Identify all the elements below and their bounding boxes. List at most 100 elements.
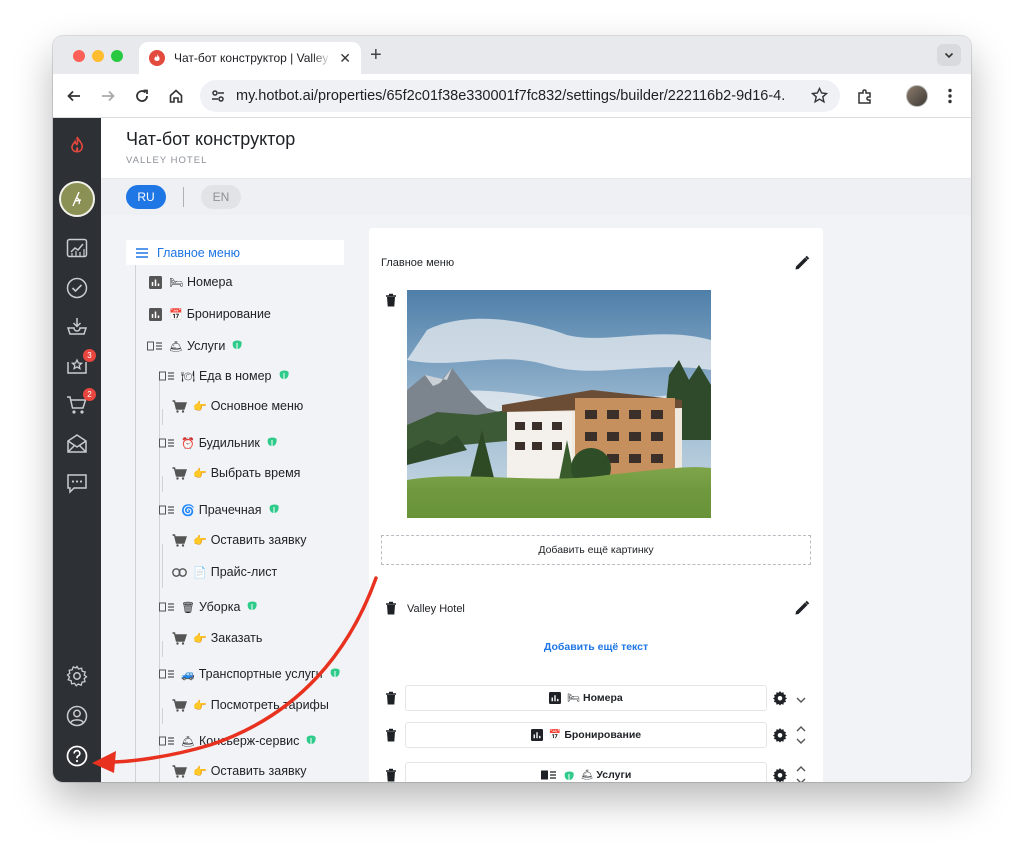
mail-broadcast-icon[interactable] [65, 432, 89, 456]
user-profile-icon[interactable] [65, 704, 89, 728]
delete-trash-icon[interactable] [383, 690, 399, 706]
tree-item-label: Оставить заявку [210, 764, 307, 778]
delete-trash-icon[interactable] [383, 727, 399, 743]
profile-avatar[interactable] [906, 85, 928, 107]
settings-gear-icon[interactable] [772, 727, 788, 743]
tree-item-choose-time[interactable]: 👉 Выбрать время [171, 465, 300, 481]
tab-search-button[interactable] [937, 44, 961, 66]
tree-item-transport[interactable]: 🚙 Транспортные услуги [159, 666, 341, 682]
lang-en-button[interactable]: EN [201, 185, 241, 209]
browser-menu-button[interactable] [938, 84, 962, 108]
message-text[interactable]: Valley Hotel [407, 603, 465, 615]
tree-line [135, 265, 136, 782]
site-settings-icon[interactable] [210, 88, 226, 104]
address-bar[interactable]: my.hotbot.ai/properties/65f2c01f38e33000… [200, 80, 840, 112]
hotbot-logo-icon[interactable] [65, 134, 89, 158]
tab-close-icon[interactable]: ✕ [339, 50, 351, 67]
bar-chart-icon [147, 306, 163, 322]
tab-strip: Чат-бот конструктор | Valley Hotel ✕ + [53, 36, 971, 74]
lang-ru-button[interactable]: RU [126, 185, 166, 209]
tree-item-label: Прайс-лист [210, 565, 278, 579]
tree-item-main-menu-food[interactable]: 👉 Основное меню [171, 398, 303, 414]
property-name: VALLEY HOTEL [126, 155, 208, 166]
home-button[interactable] [164, 84, 188, 108]
item-emoji: 📅 [169, 308, 183, 321]
arrow-right-icon [102, 90, 115, 102]
delete-trash-icon[interactable] [383, 292, 399, 308]
item-emoji: 🍽 [181, 370, 195, 383]
forward-button[interactable] [96, 84, 120, 108]
settings-gear-icon[interactable] [65, 664, 89, 688]
tree-item-label: Еда в номер [198, 369, 272, 383]
tree-line [162, 409, 163, 425]
tree-item-rooms[interactable]: 🛏 Номера [147, 274, 232, 290]
panel-title: Главное меню [381, 257, 455, 269]
back-button[interactable] [62, 84, 86, 108]
hamburger-icon [136, 247, 148, 258]
item-emoji: 👉 [193, 400, 207, 413]
submenu-icon [147, 338, 163, 354]
delete-trash-icon[interactable] [383, 600, 399, 616]
leaf-icon [246, 600, 258, 614]
tree-item-view-rates[interactable]: 👉 Посмотреть тарифы [171, 697, 329, 713]
maximize-window-button[interactable] [111, 50, 123, 62]
tree-item-label: Заказать [210, 631, 263, 645]
chevron-down-icon[interactable] [795, 694, 807, 706]
bookmark-star-icon[interactable] [811, 87, 828, 104]
item-emoji: 🗑 [181, 601, 195, 614]
tree-item-concierge[interactable]: 🛎 Консьерж-сервис [159, 733, 317, 749]
settings-gear-icon[interactable] [772, 767, 788, 782]
item-emoji: 🛏 [567, 692, 580, 704]
tree-item-concierge-request[interactable]: 👉 Оставить заявку [171, 763, 307, 779]
tree-item-alarm[interactable]: ⏰ Будильник [159, 435, 278, 451]
browser-tab[interactable]: Чат-бот конструктор | Valley Hotel ✕ [139, 42, 361, 74]
add-text-link[interactable]: Добавить ещё текст [369, 641, 823, 653]
new-tab-button[interactable]: + [370, 44, 382, 67]
delete-trash-icon[interactable] [383, 767, 399, 782]
home-icon [169, 89, 183, 103]
property-avatar[interactable] [59, 181, 95, 217]
edit-pencil-icon[interactable] [793, 599, 811, 617]
tree-item-laundry-request[interactable]: 👉 Оставить заявку [171, 532, 307, 548]
minimize-window-button[interactable] [92, 50, 104, 62]
tree-line [162, 708, 163, 724]
tree-item-laundry[interactable]: 🌀 Прачечная [159, 502, 280, 518]
tree-root-main-menu[interactable]: Главное меню [126, 240, 344, 265]
browser-toolbar: my.hotbot.ai/properties/65f2c01f38e33000… [53, 74, 971, 118]
chevron-up-icon[interactable] [795, 763, 807, 775]
inbox-icon[interactable] [65, 315, 89, 339]
add-image-button[interactable]: Добавить ещё картинку [381, 535, 811, 565]
item-emoji: 👉 [193, 534, 207, 547]
chat-bubble-icon[interactable] [65, 471, 89, 495]
tree-item-price-list[interactable]: 📄 Прайс-лист [171, 564, 277, 580]
puzzle-icon [858, 89, 871, 104]
analytics-icon[interactable] [65, 236, 89, 260]
leaf-icon [268, 503, 280, 517]
help-question-icon[interactable] [65, 744, 89, 768]
chevron-down-icon[interactable] [795, 775, 807, 782]
tree-item-label: Транспортные услуги [198, 667, 323, 681]
tasks-check-icon[interactable] [65, 276, 89, 300]
edit-pencil-icon[interactable] [793, 254, 811, 272]
tree-item-booking[interactable]: 📅 Бронирование [147, 306, 271, 322]
chevron-up-icon[interactable] [795, 723, 807, 735]
link-icon [171, 564, 187, 580]
close-window-button[interactable] [73, 50, 85, 62]
menu-button-booking[interactable]: 📅 Бронирование [405, 722, 767, 748]
reload-button[interactable] [130, 84, 154, 108]
menu-button-rooms[interactable]: 🛏 Номера [405, 685, 767, 711]
tree-item-room-service[interactable]: 🍽 Еда в номер [159, 368, 290, 384]
tree-item-label: Выбрать время [210, 466, 301, 480]
item-emoji: 👉 [193, 699, 207, 712]
extensions-button[interactable] [853, 84, 877, 108]
menu-button-services[interactable]: 🛎 Услуги [405, 762, 767, 782]
button-label: Услуги [596, 769, 632, 781]
settings-gear-icon[interactable] [772, 690, 788, 706]
tree-item-label: Номера [186, 275, 233, 289]
chevron-down-icon[interactable] [795, 735, 807, 747]
tree-item-order-cleaning[interactable]: 👉 Заказать [171, 630, 262, 646]
url-text[interactable]: my.hotbot.ai/properties/65f2c01f38e33000… [236, 88, 784, 104]
submenu-icon [159, 502, 175, 518]
tree-item-cleaning[interactable]: 🗑 Уборка [159, 599, 258, 615]
tree-item-services[interactable]: 🛎 Услуги [147, 338, 243, 354]
